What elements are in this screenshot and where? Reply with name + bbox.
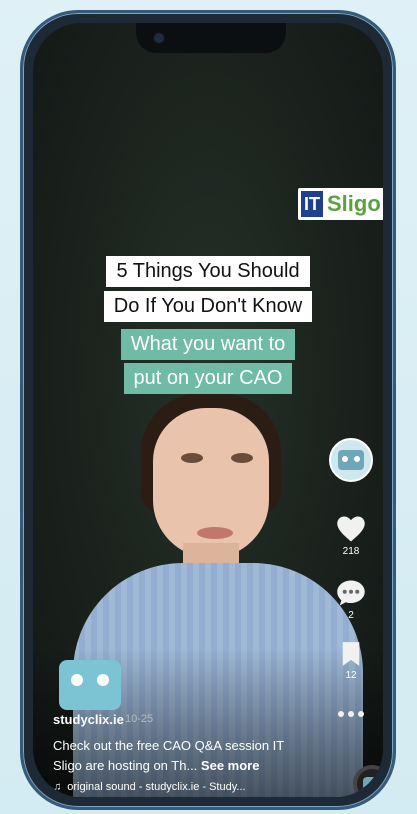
it-sligo-logo: IT Sligo [298, 188, 383, 220]
post-time: 10-25 [125, 713, 154, 725]
sticker-robot [59, 660, 121, 710]
music-note-icon: ♫ [53, 781, 62, 793]
more-dots-icon [338, 711, 364, 717]
robot-eye-left [71, 674, 83, 686]
logo-text: Sligo [327, 191, 381, 216]
post-username[interactable]: studyclix.ie [53, 712, 124, 727]
sound-disc[interactable] [353, 765, 383, 797]
person-eye-right [231, 453, 253, 463]
person-mouth [197, 527, 233, 539]
caption-line-1: 5 Things You Should [106, 256, 310, 287]
robot-eye-right [97, 674, 109, 686]
video-screen[interactable]: IT Sligo 5 Things You Should Do If You D… [33, 23, 383, 797]
robot-icon [338, 450, 364, 470]
heart-icon [337, 516, 365, 542]
phone-notch [136, 23, 286, 53]
caption-line-2: Do If You Don't Know [103, 291, 313, 322]
sound-info[interactable]: ♫ original sound - studyclix.ie - Study.… [53, 781, 246, 793]
action-rail [329, 438, 373, 482]
like-count: 218 [342, 546, 360, 557]
comment-icon [337, 580, 365, 606]
camera-icon [154, 33, 164, 43]
sound-label: original sound - studyclix.ie - Study... [67, 781, 246, 793]
save-action[interactable]: 12 [329, 641, 373, 681]
logo-mark: IT [301, 191, 323, 217]
comment-count: 2 [348, 610, 354, 621]
share-action[interactable] [329, 709, 373, 719]
bookmark-icon [342, 642, 360, 666]
see-more-link[interactable]: See more [201, 758, 260, 773]
comment-action[interactable]: 2 [329, 579, 373, 621]
post-description: Check out the free CAO Q&A session IT Sl… [53, 736, 313, 776]
person-eye-left [181, 453, 203, 463]
caption-line-3: What you want to [120, 329, 296, 360]
like-action[interactable]: 218 [329, 515, 373, 557]
save-count: 12 [345, 670, 357, 681]
caption-line-4: put on your CAO [123, 363, 293, 394]
disc-robot-icon [363, 777, 381, 791]
phone-frame: IT Sligo 5 Things You Should Do If You D… [20, 10, 396, 810]
creator-avatar[interactable] [329, 438, 373, 482]
